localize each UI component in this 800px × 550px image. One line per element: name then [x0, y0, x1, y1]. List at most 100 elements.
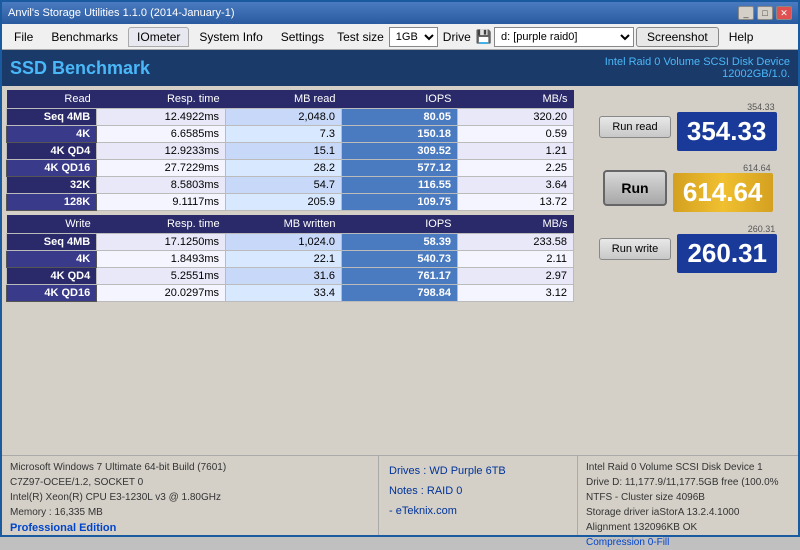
- drive-name: Intel Raid 0 Volume SCSI Disk Device: [605, 56, 790, 68]
- status-credit: - eTeknix.com: [389, 502, 567, 522]
- write-header-iops: IOPS: [342, 215, 458, 234]
- content-wrapper: SSD Benchmark Intel Raid 0 Volume SCSI D…: [2, 50, 798, 535]
- row-seq4mb-label: Seq 4MB: [7, 109, 97, 126]
- read-score-row: Run read 354.33 354.33: [599, 102, 776, 151]
- screenshot-button[interactable]: Screenshot: [636, 27, 719, 47]
- drive-select[interactable]: d: [purple raid0]: [494, 27, 634, 47]
- row-4kqd16-resp: 27.7229ms: [97, 160, 226, 177]
- menu-settings[interactable]: Settings: [273, 28, 332, 46]
- row-4kqd4-resp: 12.9233ms: [97, 143, 226, 160]
- write-score-display: 260.31: [677, 234, 777, 273]
- read-table: Read Resp. time MB read IOPS MB/s Seq 4M…: [6, 90, 574, 211]
- row-w4kqd4-iops: 761.17: [342, 268, 458, 285]
- row-w4kqd4-mb: 31.6: [226, 268, 342, 285]
- benchmark-drive-info: Intel Raid 0 Volume SCSI Disk Device 120…: [605, 56, 790, 80]
- row-w4kqd4-resp: 5.2551ms: [97, 268, 226, 285]
- table-area: Read Resp. time MB read IOPS MB/s Seq 4M…: [2, 86, 578, 455]
- titlebar: Anvil's Storage Utilities 1.1.0 (2014-Ja…: [2, 2, 798, 24]
- status-alignment: Alignment 132096KB OK: [586, 520, 790, 535]
- window-title: Anvil's Storage Utilities 1.1.0 (2014-Ja…: [8, 7, 234, 19]
- read-header-resp: Resp. time: [97, 90, 226, 109]
- menu-help[interactable]: Help: [721, 28, 762, 46]
- row-4k-mbs: 0.59: [458, 126, 574, 143]
- row-4k-label: 4K: [7, 126, 97, 143]
- table-row: 4K QD4 12.9233ms 15.1 309.52 1.21: [7, 143, 574, 160]
- row-w4kqd4-label: 4K QD4: [7, 268, 97, 285]
- row-32k-mbs: 3.64: [458, 177, 574, 194]
- row-32k-iops: 116.55: [342, 177, 458, 194]
- main-window: Anvil's Storage Utilities 1.1.0 (2014-Ja…: [0, 0, 800, 537]
- close-button[interactable]: ✕: [776, 6, 792, 20]
- table-row: Seq 4MB 17.1250ms 1,024.0 58.39 233.58: [7, 234, 574, 251]
- status-notes: Notes : RAID 0: [389, 482, 567, 502]
- status-left: Microsoft Windows 7 Ultimate 64-bit Buil…: [2, 456, 378, 535]
- menubar: File Benchmarks IOmeter System Info Sett…: [2, 24, 798, 50]
- row-4kqd16-label: 4K QD16: [7, 160, 97, 177]
- status-compression: Compression 0-Fill: [586, 535, 790, 550]
- row-w4kqd16-label: 4K QD16: [7, 285, 97, 302]
- row-wseq4mb-iops: 58.39: [342, 234, 458, 251]
- status-os: Microsoft Windows 7 Ultimate 64-bit Buil…: [10, 460, 370, 475]
- row-w4kqd16-resp: 20.0297ms: [97, 285, 226, 302]
- testsize-label: Test size: [337, 30, 384, 44]
- row-w4k-mbs: 2.11: [458, 251, 574, 268]
- write-header-mbs: MB/s: [458, 215, 574, 234]
- status-center: Drives : WD Purple 6TB Notes : RAID 0 - …: [378, 456, 578, 535]
- row-wseq4mb-resp: 17.1250ms: [97, 234, 226, 251]
- menu-file[interactable]: File: [6, 28, 41, 46]
- drive-size: 12002GB/1.0.: [722, 68, 790, 80]
- row-w4kqd16-iops: 798.84: [342, 285, 458, 302]
- status-ntfs: NTFS - Cluster size 4096B: [586, 490, 790, 505]
- write-table: Write Resp. time MB written IOPS MB/s Se…: [6, 215, 574, 302]
- status-drives: Drives : WD Purple 6TB: [389, 462, 567, 482]
- row-4kqd4-mb: 15.1: [226, 143, 342, 160]
- write-score-small-label: 260.31: [748, 224, 778, 234]
- status-cpu1: C7Z97-OCEE/1.2, SOCKET 0: [10, 475, 370, 490]
- score-area: Run read 354.33 354.33 Run 614.64 614.64: [582, 90, 794, 285]
- status-right: Intel Raid 0 Volume SCSI Disk Device 1 D…: [578, 456, 798, 535]
- table-row: 4K QD4 5.2551ms 31.6 761.17 2.97: [7, 268, 574, 285]
- row-wseq4mb-label: Seq 4MB: [7, 234, 97, 251]
- menu-benchmarks[interactable]: Benchmarks: [43, 28, 126, 46]
- table-row: 32K 8.5803ms 54.7 116.55 3.64: [7, 177, 574, 194]
- minimize-button[interactable]: _: [738, 6, 754, 20]
- row-seq4mb-mb: 2,048.0: [226, 109, 342, 126]
- menu-iometer[interactable]: IOmeter: [128, 27, 189, 47]
- run-button[interactable]: Run: [603, 170, 666, 206]
- table-row: Seq 4MB 12.4922ms 2,048.0 80.05 320.20: [7, 109, 574, 126]
- statusbar: Microsoft Windows 7 Ultimate 64-bit Buil…: [2, 455, 798, 535]
- row-seq4mb-resp: 12.4922ms: [97, 109, 226, 126]
- row-4kqd16-mb: 28.2: [226, 160, 342, 177]
- drive-icon: 💾: [476, 29, 492, 45]
- maximize-button[interactable]: □: [757, 6, 773, 20]
- write-score-row: Run write 260.31 260.31: [599, 224, 777, 273]
- row-seq4mb-mbs: 320.20: [458, 109, 574, 126]
- status-storage-driver: Storage driver iaStorA 13.2.4.1000: [586, 505, 790, 520]
- status-drive-info: Drive D: 11,177.9/11,177.5GB free (100.0…: [586, 475, 790, 490]
- status-cpu2: Intel(R) Xeon(R) CPU E3-1230L v3 @ 1.80G…: [10, 490, 370, 505]
- read-score-small-label: 354.33: [747, 102, 777, 112]
- run-read-button[interactable]: Run read: [599, 116, 670, 138]
- row-4kqd16-iops: 577.12: [342, 160, 458, 177]
- row-wseq4mb-mbs: 233.58: [458, 234, 574, 251]
- row-32k-resp: 8.5803ms: [97, 177, 226, 194]
- row-4kqd4-label: 4K QD4: [7, 143, 97, 160]
- row-4kqd4-mbs: 1.21: [458, 143, 574, 160]
- table-row: 4K QD16 27.7229ms 28.2 577.12 2.25: [7, 160, 574, 177]
- drive-label: Drive: [443, 30, 471, 44]
- row-4kqd4-iops: 309.52: [342, 143, 458, 160]
- testsize-select[interactable]: 1GB 2GB 4GB: [389, 27, 438, 47]
- table-row: 4K QD16 20.0297ms 33.4 798.84 3.12: [7, 285, 574, 302]
- row-4k-iops: 150.18: [342, 126, 458, 143]
- run-write-button[interactable]: Run write: [599, 238, 671, 260]
- row-128k-iops: 109.75: [342, 194, 458, 211]
- menu-sysinfo[interactable]: System Info: [191, 28, 270, 46]
- run-score-row: Run 614.64 614.64: [603, 163, 772, 212]
- row-128k-resp: 9.1117ms: [97, 194, 226, 211]
- row-4k-mb: 7.3: [226, 126, 342, 143]
- read-header-label: Read: [7, 90, 97, 109]
- total-score-small-label: 614.64: [743, 163, 773, 173]
- status-device: Intel Raid 0 Volume SCSI Disk Device 1: [586, 460, 790, 475]
- professional-edition: Professional Edition: [10, 520, 370, 537]
- right-panel: Run read 354.33 354.33 Run 614.64 614.64: [578, 86, 798, 455]
